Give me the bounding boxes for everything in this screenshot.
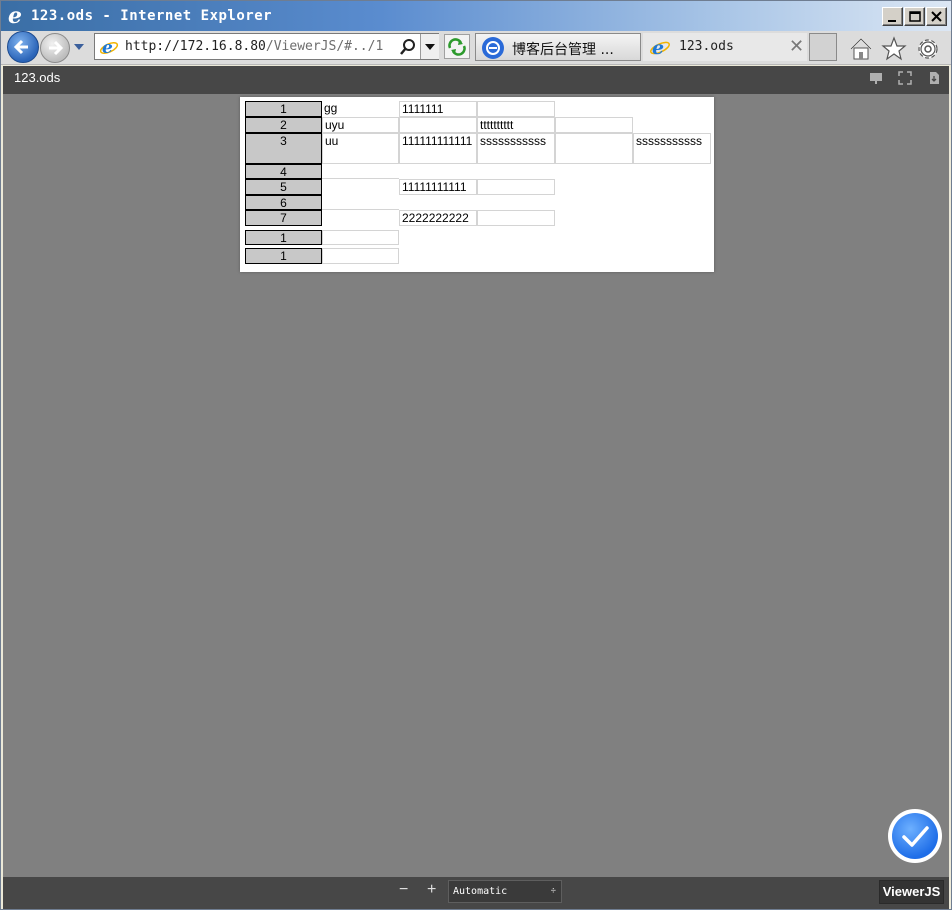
close-tab-icon[interactable]: ✕: [789, 36, 804, 57]
tab-123-ods[interactable]: e 123.ods ✕: [643, 33, 807, 61]
arrow-right-icon: [49, 40, 64, 56]
table-cell[interactable]: 11111111111: [399, 179, 477, 195]
gear-icon[interactable]: [915, 36, 941, 62]
ie-logo-icon: e: [8, 5, 22, 27]
table-cell[interactable]: [477, 101, 555, 117]
table-cell[interactable]: gg: [322, 101, 399, 117]
table-cell[interactable]: [555, 133, 633, 164]
tab-doc-label: 123.ods: [679, 39, 734, 54]
ie-page-icon: e: [650, 37, 670, 58]
table-cell[interactable]: 111111111111: [399, 133, 477, 164]
spreadsheet-page: 1 gg 1111111 2 uyu tttttttttt 3 uu 11111…: [240, 97, 714, 272]
zoom-out-button[interactable]: −: [399, 881, 408, 899]
new-tab-button[interactable]: [809, 33, 837, 61]
checkmark-icon: [902, 826, 929, 847]
browser-window: e 123.ods - Internet Explorer e http://1…: [0, 0, 952, 910]
table-cell[interactable]: [322, 179, 399, 195]
search-icon[interactable]: [399, 38, 417, 56]
select-caret-icon: ÷: [550, 886, 556, 896]
chevron-down-icon: [425, 44, 435, 50]
refresh-button[interactable]: [444, 34, 470, 59]
table-cell[interactable]: uyu: [322, 117, 399, 133]
table-cell[interactable]: 1111111: [399, 101, 477, 117]
table-cell[interactable]: uu: [322, 133, 399, 164]
table-cell[interactable]: [477, 210, 555, 226]
row-header: 4: [245, 164, 322, 179]
row-header: 5: [245, 179, 322, 195]
url-host: http://172.16.8.80: [125, 39, 266, 54]
close-icon: [931, 11, 942, 22]
recent-pages-dropdown-icon[interactable]: [73, 42, 85, 52]
maximize-button[interactable]: [904, 7, 925, 26]
zoom-select[interactable]: Automatic ÷: [448, 880, 562, 903]
favorites-star-icon[interactable]: [881, 36, 907, 62]
table-cell[interactable]: tttttttttt: [477, 117, 555, 133]
table-cell[interactable]: [555, 117, 633, 133]
table-cell[interactable]: [322, 164, 399, 179]
zoom-select-value: Automatic: [453, 886, 508, 897]
table-cell[interactable]: sssssssssss: [477, 133, 555, 164]
document-viewer: 123.ods 1 gg 1111111 2 uyu tttttttttt 3 …: [3, 66, 949, 909]
blog-site-icon: [482, 37, 504, 59]
svg-text:e: e: [102, 38, 113, 57]
download-icon[interactable]: [927, 71, 941, 85]
maximize-icon: [909, 11, 921, 22]
viewer-title-bar: 123.ods: [3, 66, 949, 94]
row-header: 6: [245, 195, 322, 210]
checkmark-badge: [892, 813, 938, 859]
svg-text:e: e: [652, 37, 664, 58]
minimize-button[interactable]: [882, 7, 903, 26]
presentation-icon[interactable]: [869, 71, 883, 85]
forward-button[interactable]: [40, 33, 70, 63]
title-bar[interactable]: e 123.ods - Internet Explorer: [1, 1, 951, 31]
table-cell[interactable]: [322, 248, 399, 264]
address-dropdown-button[interactable]: [420, 34, 439, 59]
ie-page-icon: e: [99, 38, 119, 57]
table-cell[interactable]: 2222222222: [399, 210, 477, 226]
document-title: 123.ods: [14, 70, 61, 85]
tab-blog-label: 博客后台管理 ...: [512, 42, 614, 58]
table-cell[interactable]: sssssssssss: [633, 133, 711, 164]
home-icon[interactable]: [848, 36, 874, 62]
viewerjs-brand-link[interactable]: ViewerJS: [879, 880, 944, 904]
table-cell[interactable]: [322, 195, 399, 210]
address-bar[interactable]: e http://172.16.8.80/ViewerJS/#../1: [94, 33, 439, 60]
row-header: 1: [245, 248, 322, 264]
svg-text:e: e: [8, 5, 22, 27]
row-header: 1: [245, 101, 322, 117]
window-title: 123.ods - Internet Explorer: [31, 8, 273, 24]
table-cell[interactable]: [399, 117, 477, 133]
close-window-button[interactable]: [926, 7, 947, 26]
row-header: 2: [245, 117, 322, 133]
fullscreen-icon[interactable]: [898, 71, 912, 85]
minimize-icon: [888, 20, 896, 22]
tab-blog-admin[interactable]: 博客后台管理 ...: [475, 33, 641, 61]
viewer-toolbar: − + Automatic ÷ ViewerJS: [3, 877, 949, 909]
url-path: /ViewerJS/#../1: [265, 39, 384, 54]
row-header: 3: [245, 133, 322, 164]
refresh-icon: [448, 38, 466, 56]
url-text[interactable]: http://172.16.8.80/ViewerJS/#../1: [125, 39, 383, 54]
back-button[interactable]: [7, 31, 39, 63]
navigation-bar: e http://172.16.8.80/ViewerJS/#../1 博客后台…: [1, 31, 951, 65]
table-cell[interactable]: [322, 230, 399, 245]
table-cell[interactable]: [477, 179, 555, 195]
row-header: 1: [245, 230, 322, 245]
confirm-fab-button[interactable]: [888, 809, 942, 863]
row-header: 7: [245, 210, 322, 226]
table-cell[interactable]: [322, 210, 399, 226]
zoom-in-button[interactable]: +: [427, 881, 436, 899]
arrow-left-icon: [13, 39, 28, 55]
